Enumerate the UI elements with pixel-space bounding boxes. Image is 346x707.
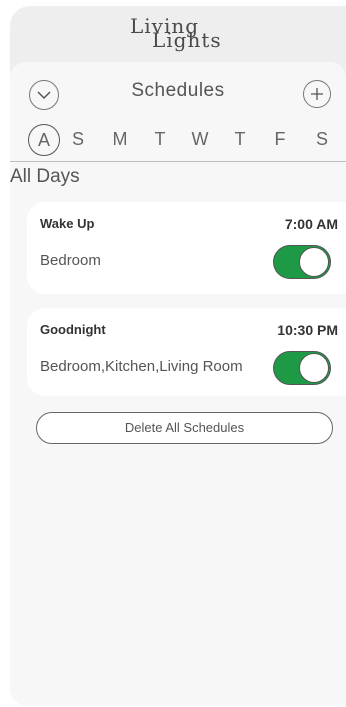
day-thursday[interactable]: T: [226, 122, 254, 156]
logo-text-line2: Lights: [152, 28, 222, 52]
schedule-toggle[interactable]: [273, 351, 331, 385]
delete-all-schedules-button[interactable]: Delete All Schedules: [36, 412, 333, 444]
toggle-knob: [299, 353, 329, 383]
toggle-knob: [299, 247, 329, 277]
schedule-card[interactable]: Goodnight 10:30 PM Bedroom,Kitchen,Livin…: [27, 308, 346, 396]
app-screen: Living Lights Schedules A S M T W T F S …: [10, 6, 346, 706]
schedule-rooms: Bedroom: [40, 252, 101, 269]
day-saturday[interactable]: S: [308, 122, 336, 156]
schedule-card[interactable]: Wake Up 7:00 AM Bedroom: [27, 202, 346, 294]
app-logo: Living Lights: [10, 8, 346, 62]
page-title: Schedules: [131, 80, 225, 101]
day-monday[interactable]: M: [106, 122, 134, 156]
plus-icon: [311, 88, 323, 100]
schedule-time: 10:30 PM: [277, 322, 338, 338]
day-wednesday[interactable]: W: [186, 122, 214, 156]
day-sunday[interactable]: S: [64, 122, 92, 156]
schedules-panel: Schedules A S M T W T F S All Days Wake …: [10, 62, 346, 706]
schedule-name: Goodnight: [40, 322, 106, 337]
section-label: All Days: [10, 166, 80, 187]
add-schedule-button[interactable]: [303, 80, 331, 108]
schedule-time: 7:00 AM: [284, 216, 338, 232]
day-friday[interactable]: F: [266, 122, 294, 156]
schedule-rooms: Bedroom,Kitchen,Living Room: [40, 358, 243, 375]
day-selector: A S M T W T F S: [10, 122, 346, 156]
schedule-toggle[interactable]: [273, 245, 331, 279]
schedule-name: Wake Up: [40, 216, 95, 231]
divider: [10, 161, 346, 162]
day-tuesday[interactable]: T: [146, 122, 174, 156]
day-all[interactable]: A: [28, 124, 60, 156]
